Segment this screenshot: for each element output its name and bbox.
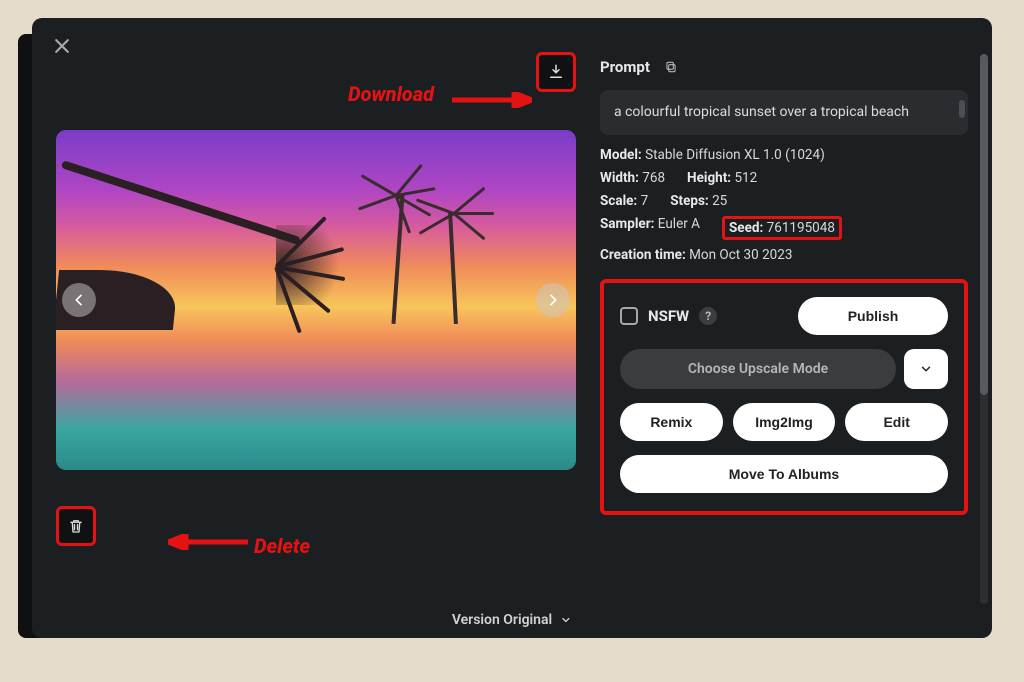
prompt-scrollbar[interactable] [959,100,965,118]
scrollbar-thumb[interactable] [980,54,988,395]
steps-label: Steps: [670,193,709,209]
seed-label: Seed: [729,220,763,236]
download-button[interactable] [536,52,576,92]
model-label: Model: [600,147,642,163]
version-dropdown[interactable]: Version Original [452,612,572,628]
prompt-text: a colourful tropical sunset over a tropi… [614,104,909,120]
img2img-button[interactable]: Img2Img [733,403,836,441]
trash-icon [67,517,85,535]
close-icon [52,36,72,56]
copy-prompt-button[interactable] [660,56,682,78]
nsfw-toggle-row: NSFW ? [620,307,717,325]
width-label: Width: [600,170,639,186]
edit-button[interactable]: Edit [845,403,948,441]
scale-label: Scale: [600,193,637,209]
publish-button[interactable]: Publish [798,297,948,335]
height-label: Height: [687,170,731,186]
generated-image [56,130,576,470]
image-panel [56,56,576,620]
actions-panel: NSFW ? Publish Choose Upscale Mode Remix [600,279,968,515]
chevron-left-icon [71,292,87,308]
height-value: 512 [734,170,757,186]
modal-scrollbar[interactable] [980,54,988,604]
nsfw-checkbox[interactable] [620,307,638,325]
steps-value: 25 [712,193,727,209]
annotation-delete-arrow [168,534,248,550]
sampler-label: Sampler: [600,216,654,232]
creation-time-value: Mon Oct 30 2023 [689,247,792,263]
chevron-down-icon [560,614,572,626]
metadata: Model: Stable Diffusion XL 1.0 (1024) Wi… [600,147,968,263]
move-to-albums-button[interactable]: Move To Albums [620,455,948,493]
upscale-dropdown-toggle[interactable] [904,349,948,389]
width-value: 768 [642,170,665,186]
prev-image-button[interactable] [62,283,96,317]
upscale-mode-select[interactable]: Choose Upscale Mode [620,349,896,389]
annotation-delete-label: Delete [254,534,310,558]
version-label: Version Original [452,612,552,628]
nsfw-label: NSFW [648,307,689,325]
image-detail-modal: Download [32,18,992,638]
seed-highlight: Seed: 761195048 [722,216,842,240]
chevron-down-icon [919,362,933,376]
prompt-header: Prompt [600,56,968,78]
copy-icon [664,60,678,74]
prompt-label: Prompt [600,58,650,76]
sampler-value: Euler A [658,216,700,232]
seed-value: 761195048 [767,220,835,236]
creation-time-label: Creation time: [600,247,686,263]
delete-button[interactable] [56,506,96,546]
prompt-text-box[interactable]: a colourful tropical sunset over a tropi… [600,90,968,135]
model-value: Stable Diffusion XL 1.0 (1024) [645,147,825,163]
remix-button[interactable]: Remix [620,403,723,441]
nsfw-help-icon[interactable]: ? [699,307,717,325]
download-icon [547,63,565,81]
details-panel: Prompt a colourful tropical sunset over … [600,56,968,620]
scale-value: 7 [641,193,649,209]
next-image-button[interactable] [536,283,570,317]
chevron-right-icon [545,292,561,308]
